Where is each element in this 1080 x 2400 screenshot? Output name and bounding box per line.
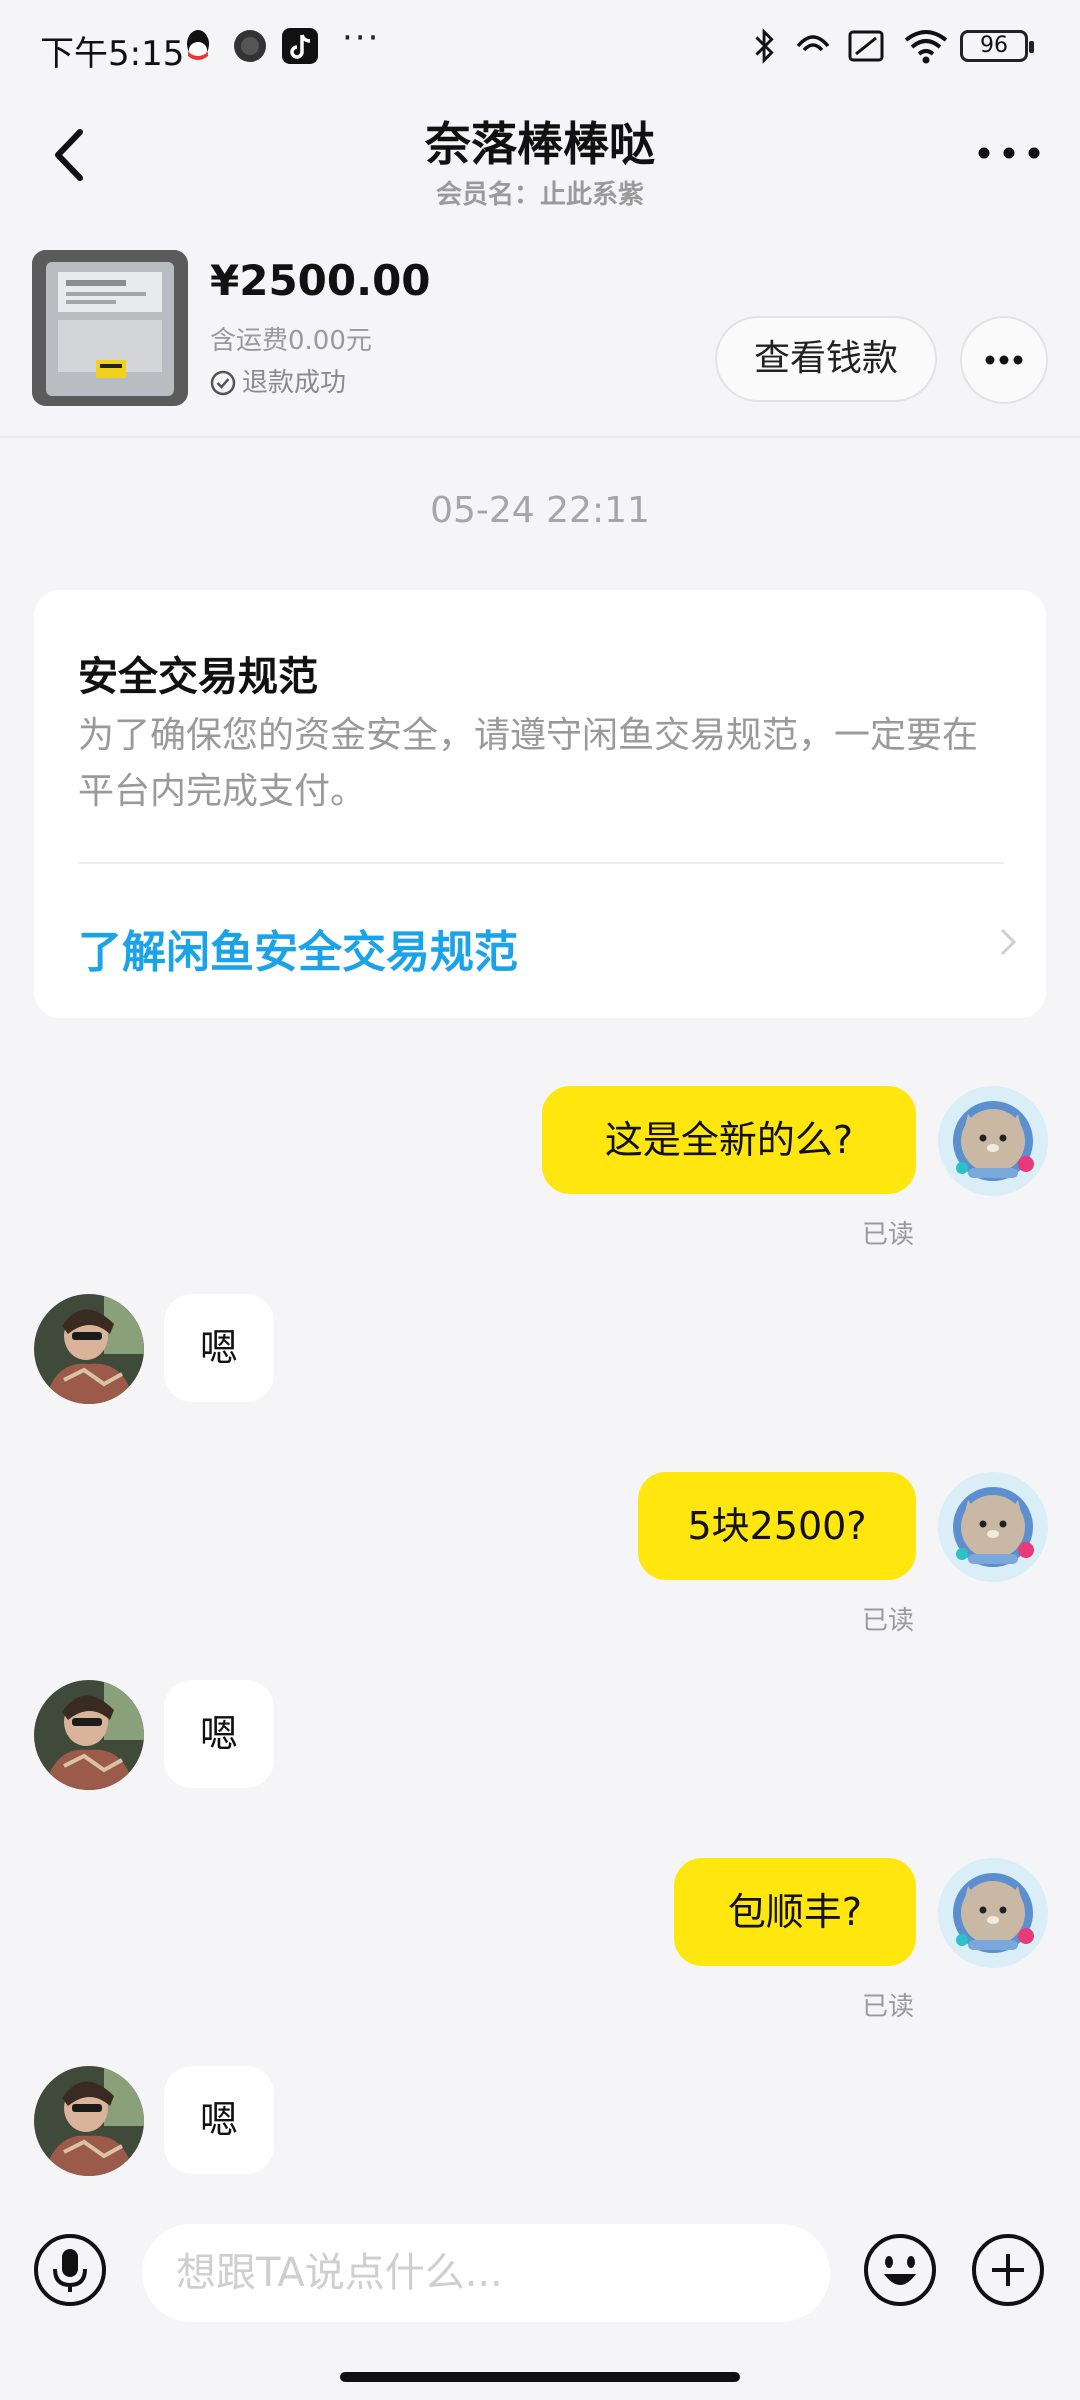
product-more-button[interactable] bbox=[960, 316, 1048, 404]
read-receipt: 已读 bbox=[862, 1220, 915, 1250]
wifi-icon bbox=[904, 30, 948, 64]
check-circle-icon bbox=[210, 370, 236, 396]
contact-avatar[interactable] bbox=[34, 2066, 144, 2176]
qq-icon bbox=[187, 30, 209, 60]
refund-status: 退款成功 bbox=[210, 362, 346, 399]
message-input[interactable] bbox=[142, 2224, 830, 2322]
message-bubble-outgoing[interactable]: 包顺丰? bbox=[674, 1858, 916, 1966]
product-image[interactable] bbox=[32, 250, 188, 406]
more-dots-icon[interactable] bbox=[974, 138, 1044, 168]
status-time: 下午5:15 bbox=[40, 34, 185, 74]
refund-status-label: 退款成功 bbox=[242, 368, 347, 398]
status-overflow: ··· bbox=[342, 18, 381, 58]
signal-icon bbox=[796, 35, 830, 52]
message-bubble-outgoing[interactable]: 这是全新的么? bbox=[542, 1086, 916, 1194]
message-bubble-incoming[interactable]: 嗯 bbox=[164, 1294, 274, 1402]
microphone-icon[interactable] bbox=[32, 2232, 108, 2308]
plus-icon[interactable] bbox=[970, 2232, 1046, 2308]
more-dots-icon bbox=[985, 355, 1023, 365]
chat-screen: 下午5:15 ··· 96 奈落棒棒哒 会员名：止此系紫 ¥2500.00 含运… bbox=[0, 0, 1080, 2400]
status-bar: 下午5:15 ··· 96 bbox=[0, 0, 1080, 96]
product-summary: ¥2500.00 含运费0.00元 退款成功 查看钱款 bbox=[0, 236, 1080, 438]
tiktok-icon bbox=[282, 28, 318, 64]
my-avatar[interactable] bbox=[938, 1858, 1048, 1968]
message-input-bar bbox=[0, 2200, 1080, 2350]
my-avatar[interactable] bbox=[938, 1086, 1048, 1196]
safety-title: 安全交易规范 bbox=[78, 654, 318, 700]
sim-icon bbox=[848, 30, 884, 62]
message-bubble-outgoing[interactable]: 5块2500? bbox=[638, 1472, 916, 1580]
chat-header: 奈落棒棒哒 会员名：止此系紫 bbox=[0, 96, 1080, 236]
shipping-fee: 含运费0.00元 bbox=[210, 326, 372, 356]
contact-avatar[interactable] bbox=[34, 1680, 144, 1790]
view-money-button[interactable]: 查看钱款 bbox=[715, 316, 937, 402]
chevron-right-icon[interactable] bbox=[996, 922, 1020, 962]
divider bbox=[78, 862, 1004, 864]
safety-rules-link[interactable]: 了解闲鱼安全交易规范 bbox=[78, 916, 518, 980]
read-receipt: 已读 bbox=[862, 1992, 915, 2022]
bluetooth-icon bbox=[755, 28, 774, 64]
battery-indicator: 96 bbox=[960, 30, 1034, 62]
home-indicator[interactable] bbox=[340, 2372, 740, 2382]
safety-notice-card: 安全交易规范 为了确保您的资金安全，请遵守闲鱼交易规范，一定要在平台内完成支付。… bbox=[34, 590, 1046, 1018]
chat-timestamp: 05-24 22:11 bbox=[430, 490, 650, 531]
contact-avatar[interactable] bbox=[34, 1294, 144, 1404]
message-bubble-incoming[interactable]: 嗯 bbox=[164, 1680, 274, 1788]
page-title: 奈落棒棒哒 bbox=[425, 117, 655, 171]
app-clock-icon bbox=[234, 30, 266, 62]
my-avatar[interactable] bbox=[938, 1472, 1048, 1582]
product-price: ¥2500.00 bbox=[210, 256, 431, 305]
safety-body: 为了确保您的资金安全，请遵守闲鱼交易规范，一定要在平台内完成支付。 bbox=[78, 715, 979, 812]
emoji-icon[interactable] bbox=[862, 2232, 938, 2308]
member-name: 会员名：止此系紫 bbox=[435, 180, 644, 210]
message-bubble-incoming[interactable]: 嗯 bbox=[164, 2066, 274, 2174]
read-receipt: 已读 bbox=[862, 1606, 915, 1636]
